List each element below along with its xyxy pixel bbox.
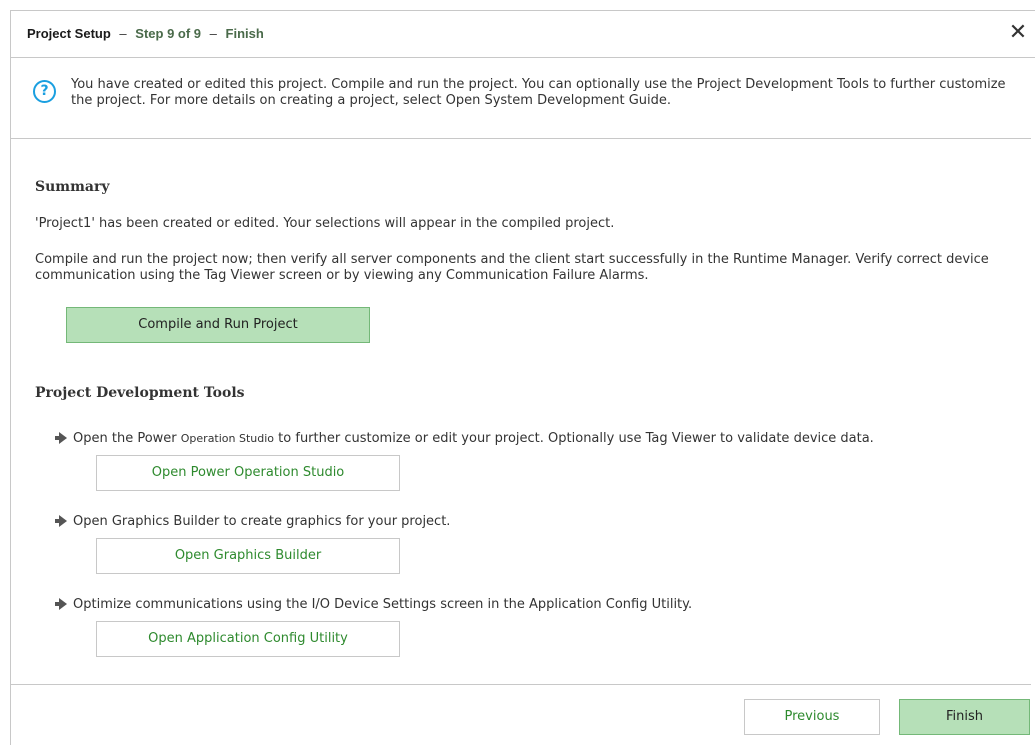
tool-item-graphics: Open Graphics Builder to create graphics…: [55, 514, 450, 530]
tool-text: Open Graphics Builder to create graphics…: [73, 514, 451, 529]
footer-divider: [11, 684, 1031, 685]
tool-item-config: Optimize communications using the I/O De…: [55, 597, 692, 613]
tool-item-studio: Open the Power Operation Studio to furth…: [55, 431, 874, 447]
arrow-right-icon: [55, 514, 73, 529]
tools-heading: Project Development Tools: [35, 385, 245, 401]
title-separator: –: [209, 26, 217, 41]
summary-line-2: Compile and run the project now; then ve…: [35, 252, 989, 283]
arrow-right-icon: [55, 597, 73, 612]
title-separator: –: [119, 26, 127, 41]
title-step: Step 9 of 9: [135, 26, 202, 41]
arrow-right-icon: [55, 431, 73, 446]
title-bar: Project Setup – Step 9 of 9 – Finish ✕: [11, 11, 1035, 58]
title-page: Finish: [225, 26, 264, 41]
title-main: Project Setup: [27, 26, 111, 41]
info-text: You have created or edited this project.…: [71, 77, 1006, 108]
summary-heading: Summary: [35, 179, 110, 195]
summary-line-1: 'Project1' has been created or edited. Y…: [35, 216, 615, 231]
tool-text: Optimize communications using the I/O De…: [73, 597, 693, 612]
finish-button[interactable]: Finish: [899, 699, 1030, 735]
tool-text-after: to further customize or edit your projec…: [274, 431, 874, 446]
open-application-config-utility-button[interactable]: Open Application Config Utility: [96, 621, 400, 657]
compile-run-button[interactable]: Compile and Run Project: [66, 307, 370, 343]
divider: [11, 138, 1031, 139]
tool-text-small: Operation Studio: [180, 432, 275, 445]
dialog-title: Project Setup – Step 9 of 9 – Finish: [27, 26, 264, 41]
project-setup-dialog: Project Setup – Step 9 of 9 – Finish ✕ ?…: [10, 10, 1035, 745]
help-icon: ?: [33, 80, 56, 103]
open-power-operation-studio-button[interactable]: Open Power Operation Studio: [96, 455, 400, 491]
open-graphics-builder-button[interactable]: Open Graphics Builder: [96, 538, 400, 574]
previous-button[interactable]: Previous: [744, 699, 880, 735]
close-icon[interactable]: ✕: [1006, 21, 1030, 45]
tool-text-before: Open the Power: [73, 431, 181, 446]
